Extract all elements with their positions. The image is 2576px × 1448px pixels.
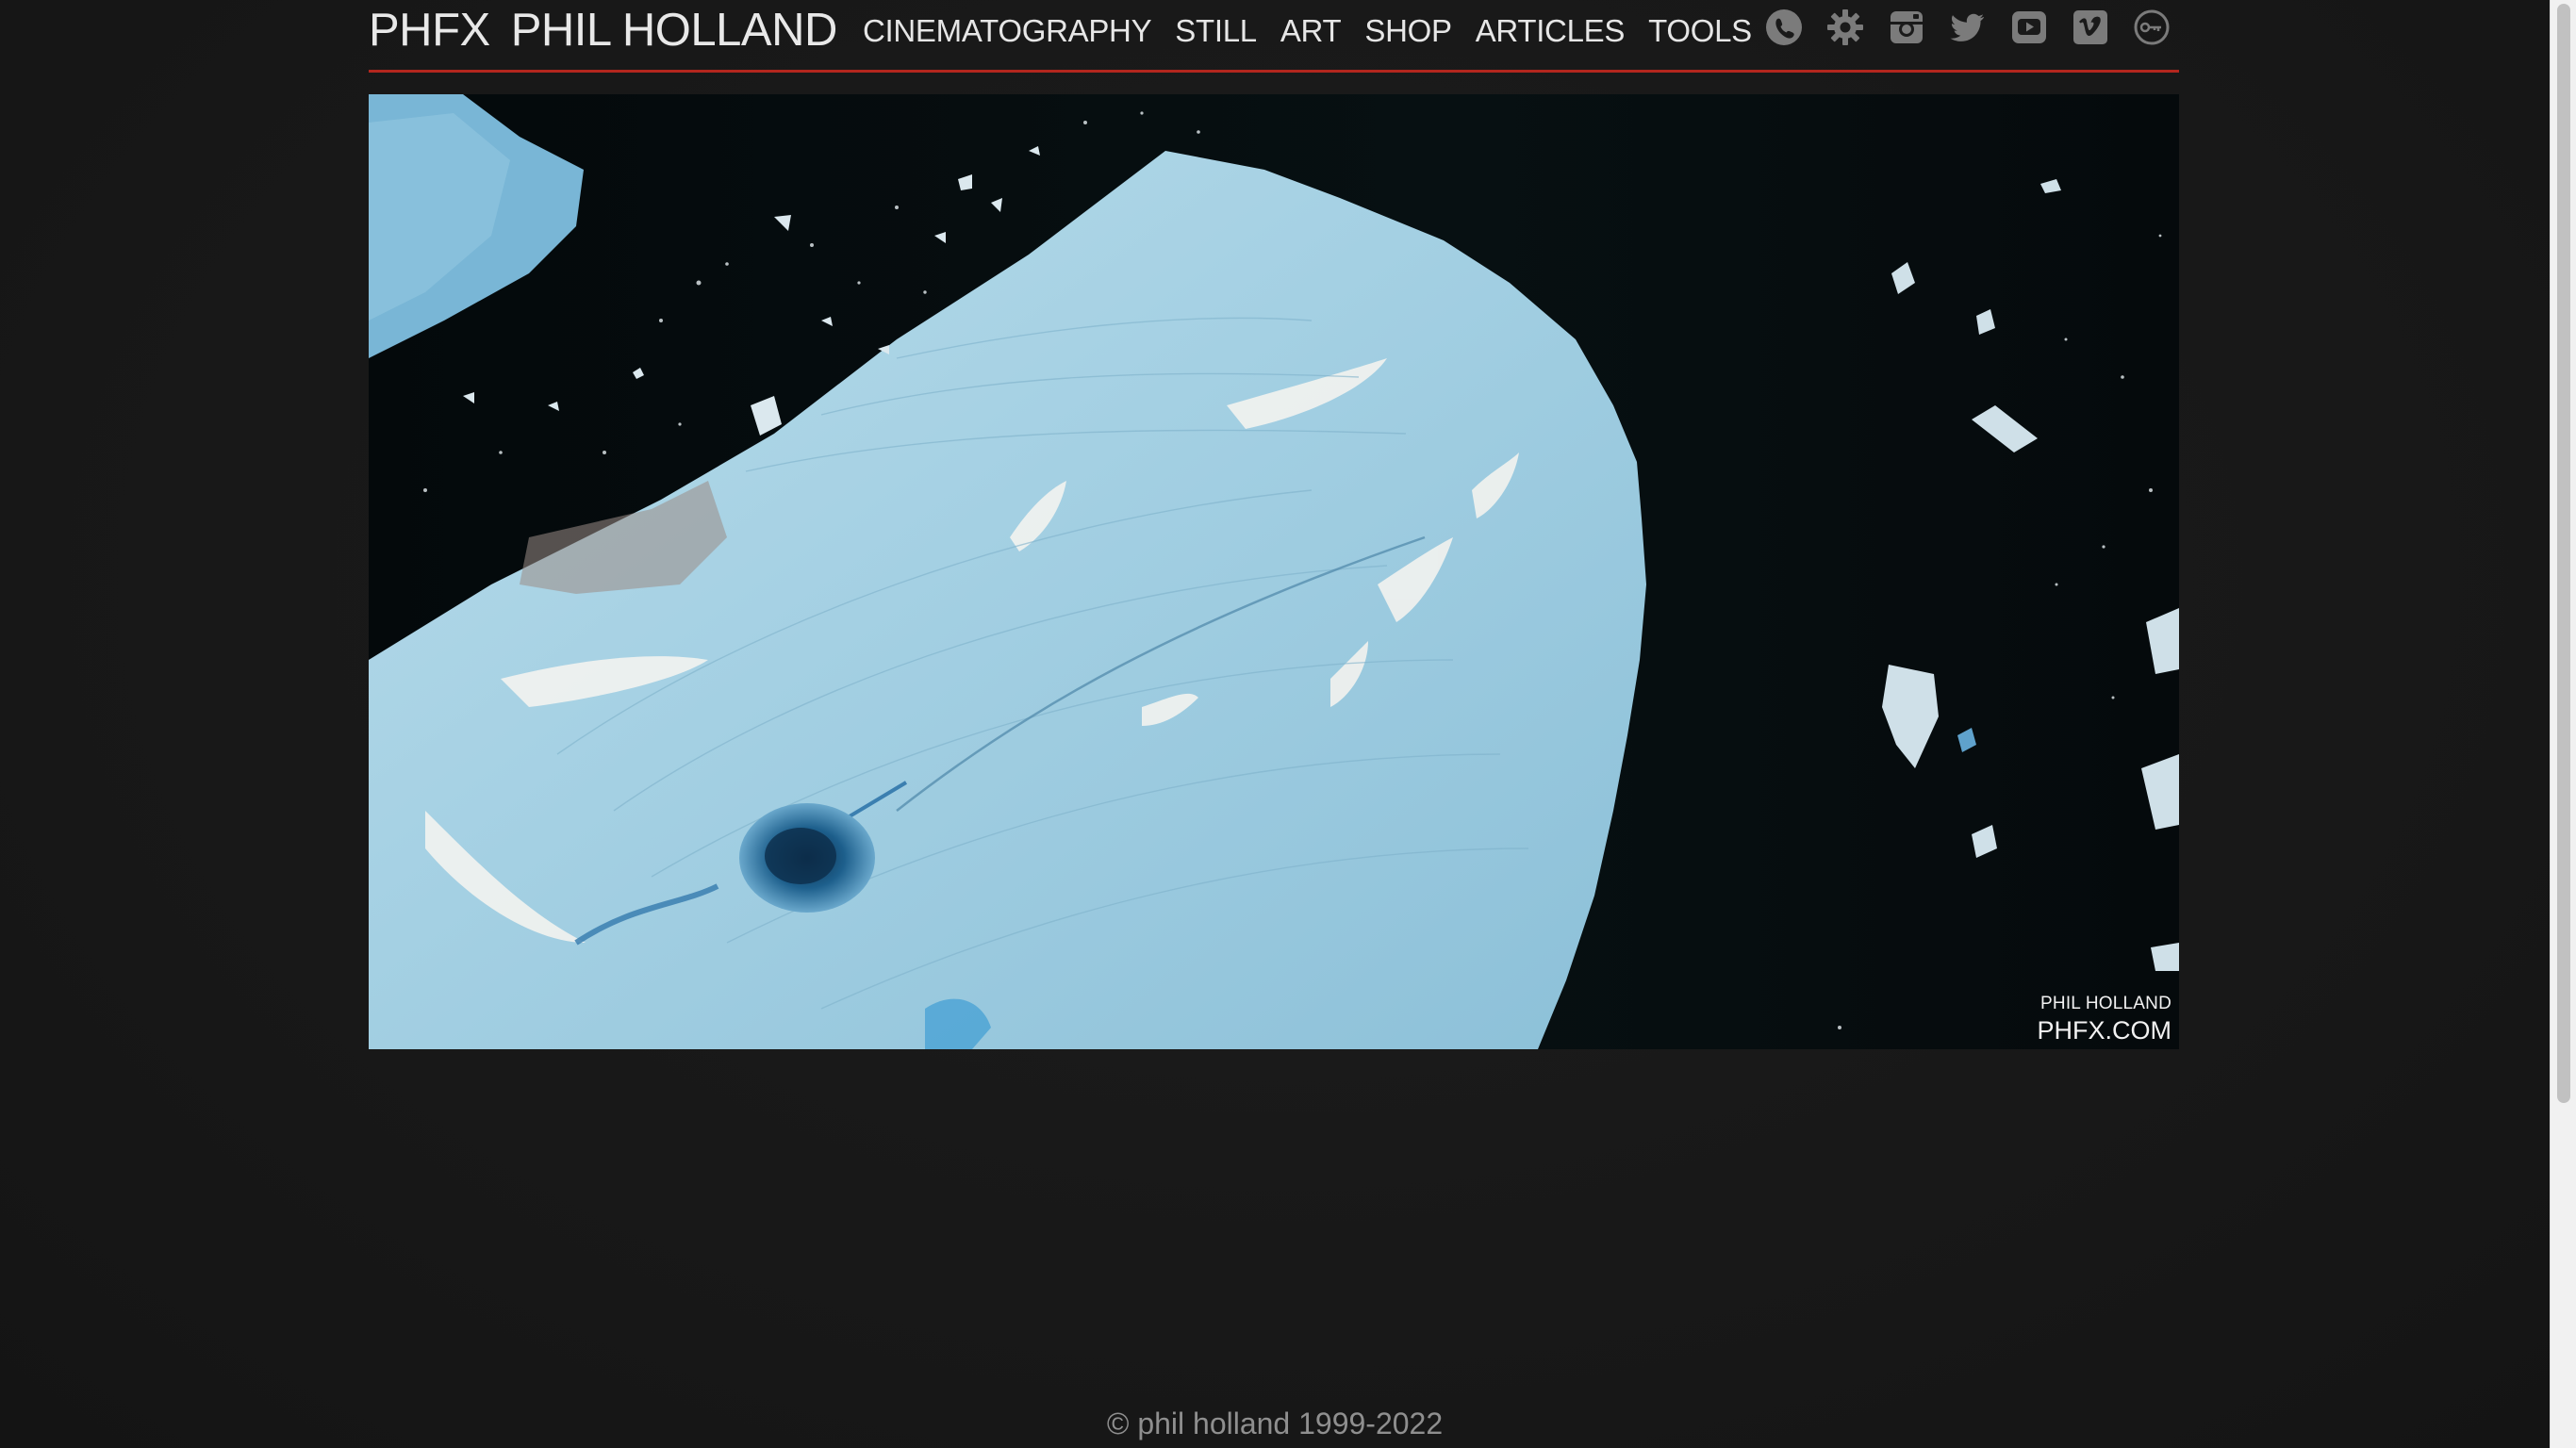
nav-cinematography[interactable]: CINEMATOGRAPHY: [863, 13, 1152, 49]
nav-tools[interactable]: TOOLS: [1648, 13, 1752, 49]
site-header: PHFX PHIL HOLLAND CINEMATOGRAPHY STILL A…: [369, 0, 2179, 73]
phone-icon[interactable]: [1764, 8, 1804, 47]
watermark-site: PHFX.COM: [2037, 1016, 2171, 1045]
scrollbar-thumb[interactable]: [2557, 4, 2570, 1103]
vertical-scrollbar[interactable]: [2550, 0, 2576, 1448]
page: PHFX PHIL HOLLAND CINEMATOGRAPHY STILL A…: [0, 0, 2550, 1448]
footer-copyright: © phil holland 1999-2022: [1106, 1407, 1444, 1440]
instagram-icon[interactable]: [1887, 8, 1926, 47]
nav-articles[interactable]: ARTICLES: [1476, 13, 1626, 49]
social-icons: [1764, 6, 2193, 49]
brand-short[interactable]: PHFX: [369, 4, 490, 57]
vimeo-icon[interactable]: [2071, 8, 2110, 47]
gear-icon[interactable]: [1825, 8, 1865, 47]
brand-name[interactable]: PHIL HOLLAND: [511, 4, 838, 57]
youtube-icon[interactable]: [2009, 8, 2049, 47]
hero-photo[interactable]: PHIL HOLLAND PHFX.COM: [369, 94, 2179, 1049]
nav-still[interactable]: STILL: [1175, 13, 1257, 49]
iceberg-image: [369, 94, 2179, 1049]
photo-watermark: PHIL HOLLAND PHFX.COM: [2037, 994, 2171, 1045]
site-logo[interactable]: PHFX PHIL HOLLAND: [369, 2, 837, 58]
main-nav: CINEMATOGRAPHY STILL ART SHOP ARTICLES T…: [863, 8, 1775, 55]
nav-art[interactable]: ART: [1280, 13, 1342, 49]
nav-shop[interactable]: SHOP: [1364, 13, 1452, 49]
watermark-name: PHIL HOLLAND: [2040, 994, 2171, 1013]
key-icon[interactable]: [2132, 8, 2171, 47]
twitter-icon[interactable]: [1948, 8, 1988, 47]
